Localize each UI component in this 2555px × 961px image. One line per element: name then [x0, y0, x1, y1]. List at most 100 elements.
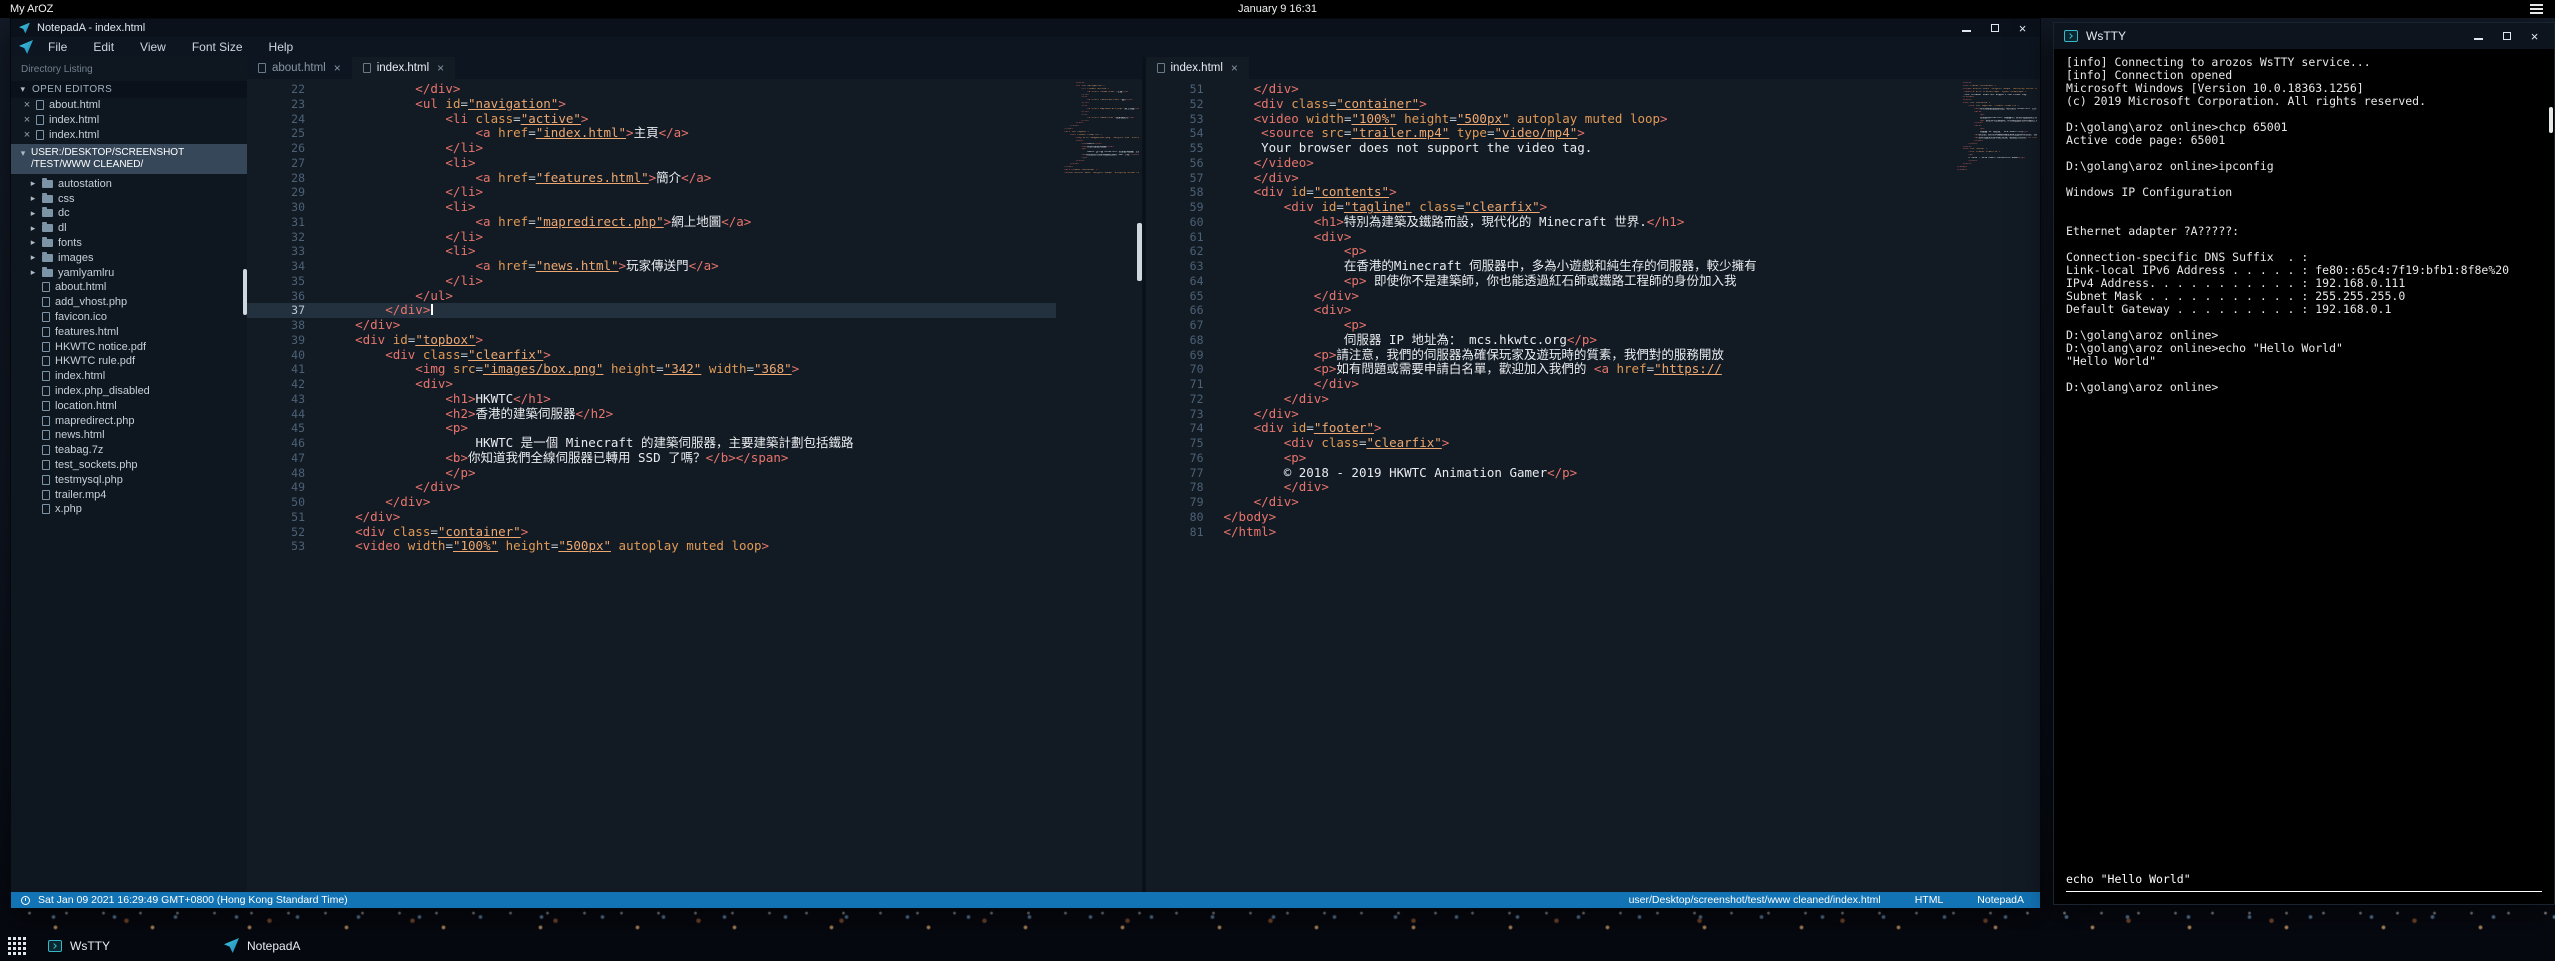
open-editor-item[interactable]: ×index.html [11, 113, 247, 128]
tree-file[interactable]: index.html [11, 369, 247, 384]
arozos-system-menu[interactable]: My ArOZ [10, 3, 53, 15]
app-launcher-button[interactable] [0, 930, 34, 961]
tab[interactable]: index.html× [1146, 57, 1249, 79]
folder-icon [42, 239, 53, 247]
tree-file[interactable]: add_vhost.php [11, 295, 247, 310]
code-line: 73 </div> [1146, 407, 1955, 422]
tree-file[interactable]: location.html [11, 398, 247, 413]
code-token: "features.html" [536, 171, 649, 185]
status-language[interactable]: HTML [1915, 894, 1944, 906]
tree-file[interactable]: news.html [11, 428, 247, 443]
tree-file[interactable]: favicon.ico [11, 310, 247, 325]
tree-file[interactable]: HKWTC notice.pdf [11, 339, 247, 354]
tree-folder[interactable]: ▸fonts [11, 236, 247, 251]
tree-file[interactable]: testmysql.php [11, 472, 247, 487]
code-token: "https:// [1654, 362, 1722, 376]
taskbar-app-notepada[interactable]: NotepadA [210, 930, 314, 961]
close-icon[interactable]: × [23, 99, 31, 111]
tree-root-item[interactable]: ▾ USER:/DESKTOP/SCREENSHOT /TEST/WWW CLE… [11, 144, 247, 174]
taskbar-app-label: NotepadA [247, 939, 300, 953]
close-icon[interactable]: × [437, 61, 444, 75]
code-text: </html> [1224, 525, 1955, 540]
code-token: href [1617, 362, 1647, 376]
tree-file[interactable]: x.php [11, 502, 247, 517]
open-editor-item[interactable]: ×about.html [11, 98, 247, 113]
code-line: 61 <div> [1146, 230, 1955, 245]
maximize-button[interactable] [1989, 23, 2000, 34]
maximize-button[interactable] [2501, 31, 2512, 42]
status-file-path: user/Desktop/screenshot/test/www cleaned… [1629, 894, 1881, 906]
code-token: autoplay muted loop [611, 539, 762, 553]
terminal-icon [2064, 30, 2078, 42]
open-editor-item[interactable]: ×index.html [11, 128, 247, 143]
code-editor[interactable]: 51 </div>52 <div class="container">53 <v… [1146, 79, 2041, 892]
tree-folder[interactable]: ▸dl [11, 221, 247, 236]
tree-file[interactable]: teabag.7z [11, 443, 247, 458]
notepada-titlebar[interactable]: NotepadA - index.html × [11, 19, 2040, 37]
code-token: <div [1224, 421, 1292, 435]
code-text: <ul id="navigation"> [325, 97, 1056, 112]
code-token: = [1359, 436, 1367, 450]
code-token: > [1419, 97, 1427, 111]
close-button[interactable]: × [2017, 23, 2028, 34]
tree-file[interactable]: index.php_disabled [11, 384, 247, 399]
terminal-input[interactable]: echo "Hello World" [2066, 872, 2542, 892]
close-icon[interactable]: × [1231, 61, 1238, 75]
tree-file[interactable]: test_sockets.php [11, 458, 247, 473]
tree-file[interactable]: trailer.mp4 [11, 487, 247, 502]
tree-folder[interactable]: ▸dc [11, 206, 247, 221]
file-name: teabag.7z [55, 444, 103, 456]
code-editor[interactable]: 22 </div>23 <ul id="navigation">24 <li c… [247, 79, 1142, 892]
code-token: > [543, 348, 551, 362]
tree-folder[interactable]: ▸css [11, 191, 247, 206]
scrollbar-thumb[interactable] [2549, 107, 2553, 133]
close-icon[interactable]: × [23, 129, 31, 141]
code-token: id [1321, 200, 1336, 214]
file-icon [42, 430, 50, 440]
close-icon[interactable]: × [334, 61, 341, 75]
code-text: </div> [325, 480, 1056, 495]
tab[interactable]: about.html× [247, 57, 352, 79]
code-line: 63 在香港的Minecraft 伺服器中，多為小遊戲和純生存的伺服器，較少擁有 [1146, 259, 1955, 274]
wstty-titlebar[interactable]: WsTTY × [2054, 23, 2554, 49]
taskbar-app-wstty[interactable]: WsTTY [34, 930, 124, 961]
menu-item-file[interactable]: File [35, 37, 80, 57]
minimap[interactable]: </div> <ul id="navigation"> <li class="a… [1059, 82, 1139, 175]
minimize-button[interactable] [1961, 23, 1972, 34]
open-editors-header[interactable]: ▾ OPEN EDITORS [11, 81, 247, 98]
code-token: </div> [1224, 480, 1329, 494]
tree-file[interactable]: about.html [11, 280, 247, 295]
menu-item-edit[interactable]: Edit [80, 37, 127, 57]
file-name: index.php_disabled [55, 385, 150, 397]
menu-item-font-size[interactable]: Font Size [179, 37, 256, 57]
minimize-button[interactable] [2473, 31, 2484, 42]
code-text: <a href="news.html">玩家傳送門</a> [325, 259, 1056, 274]
code-line: 69 <p>請注意，我們的伺服器為確保玩家及遊玩時的質素，我們對的服務開放 [1146, 348, 1955, 363]
code-text: HKWTC 是一個 Minecraft 的建築伺服器，主要建築計劃包括鐵路 [325, 436, 1056, 451]
menu-item-view[interactable]: View [127, 37, 179, 57]
tree-folder[interactable]: ▸images [11, 250, 247, 265]
tree-folder[interactable]: ▸autostation [11, 176, 247, 191]
code-token: 你知道我們全線伺服器已轉用 SSD 了嗎？ [468, 451, 706, 465]
folder-name: css [58, 193, 75, 205]
tree-file[interactable]: HKWTC rule.pdf [11, 354, 247, 369]
close-button[interactable]: × [2529, 31, 2540, 42]
line-number: 40 [247, 348, 325, 363]
notepada-window: NotepadA - index.html × FileEditViewFont… [10, 18, 2041, 909]
menu-item-help[interactable]: Help [256, 37, 307, 57]
line-number: 76 [1146, 451, 1224, 466]
tree-file[interactable]: mapredirect.php [11, 413, 247, 428]
tab[interactable]: index.html× [352, 57, 455, 79]
code-token: </div> [1224, 407, 1299, 421]
tree-folder[interactable]: ▸yamlyamlru [11, 265, 247, 280]
code-token: <div> [325, 377, 453, 391]
terminal-output[interactable]: [info] Connecting to arozos WsTTY servic… [2054, 49, 2554, 872]
close-icon[interactable]: × [23, 114, 31, 126]
terminal-line: D:\golang\aroz online> [2066, 329, 2542, 342]
hamburger-menu-icon[interactable] [2530, 8, 2543, 10]
minimap[interactable]: </div> <div class="container"> <video wi… [1957, 82, 2037, 172]
code-token: <p> [1224, 348, 1337, 362]
tree-file[interactable]: features.html [11, 324, 247, 339]
scrollbar-thumb[interactable] [1137, 223, 1142, 281]
code-token: HKWTC [476, 392, 514, 406]
